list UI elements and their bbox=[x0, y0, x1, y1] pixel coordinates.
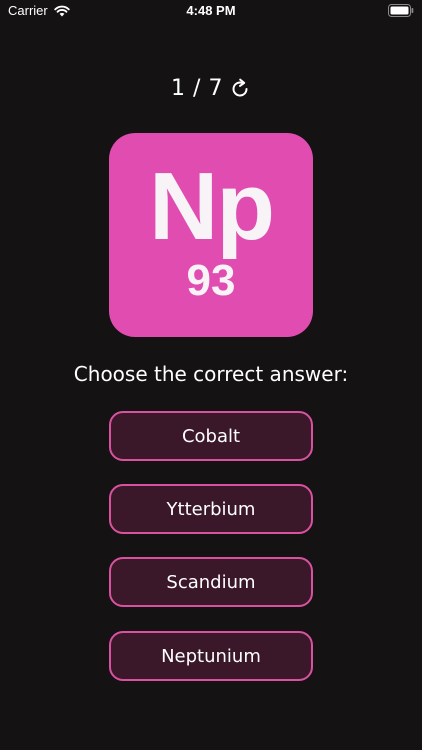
element-tile: Np 93 bbox=[109, 133, 313, 337]
restart-icon[interactable] bbox=[229, 78, 251, 100]
answer-button-2[interactable]: Ytterbium bbox=[109, 484, 313, 534]
answer-button-4[interactable]: Neptunium bbox=[109, 631, 313, 681]
element-symbol: Np bbox=[149, 153, 275, 260]
answer-label: Scandium bbox=[166, 571, 256, 593]
answer-button-1[interactable]: Cobalt bbox=[109, 411, 313, 461]
question-prompt: Choose the correct answer: bbox=[73, 362, 349, 386]
answer-button-3[interactable]: Scandium bbox=[109, 557, 313, 607]
answer-label: Ytterbium bbox=[166, 498, 256, 520]
question-progress: 1 / 7 bbox=[171, 76, 223, 101]
status-time: 4:48 PM bbox=[186, 3, 236, 18]
answer-label: Cobalt bbox=[181, 425, 241, 447]
status-bar: Carrier 4:48 PM bbox=[0, 0, 422, 24]
battery-icon bbox=[388, 4, 414, 17]
answer-label: Neptunium bbox=[161, 645, 261, 667]
progress-row: 1 / 7 bbox=[0, 76, 422, 101]
atomic-number: 93 bbox=[186, 256, 236, 305]
